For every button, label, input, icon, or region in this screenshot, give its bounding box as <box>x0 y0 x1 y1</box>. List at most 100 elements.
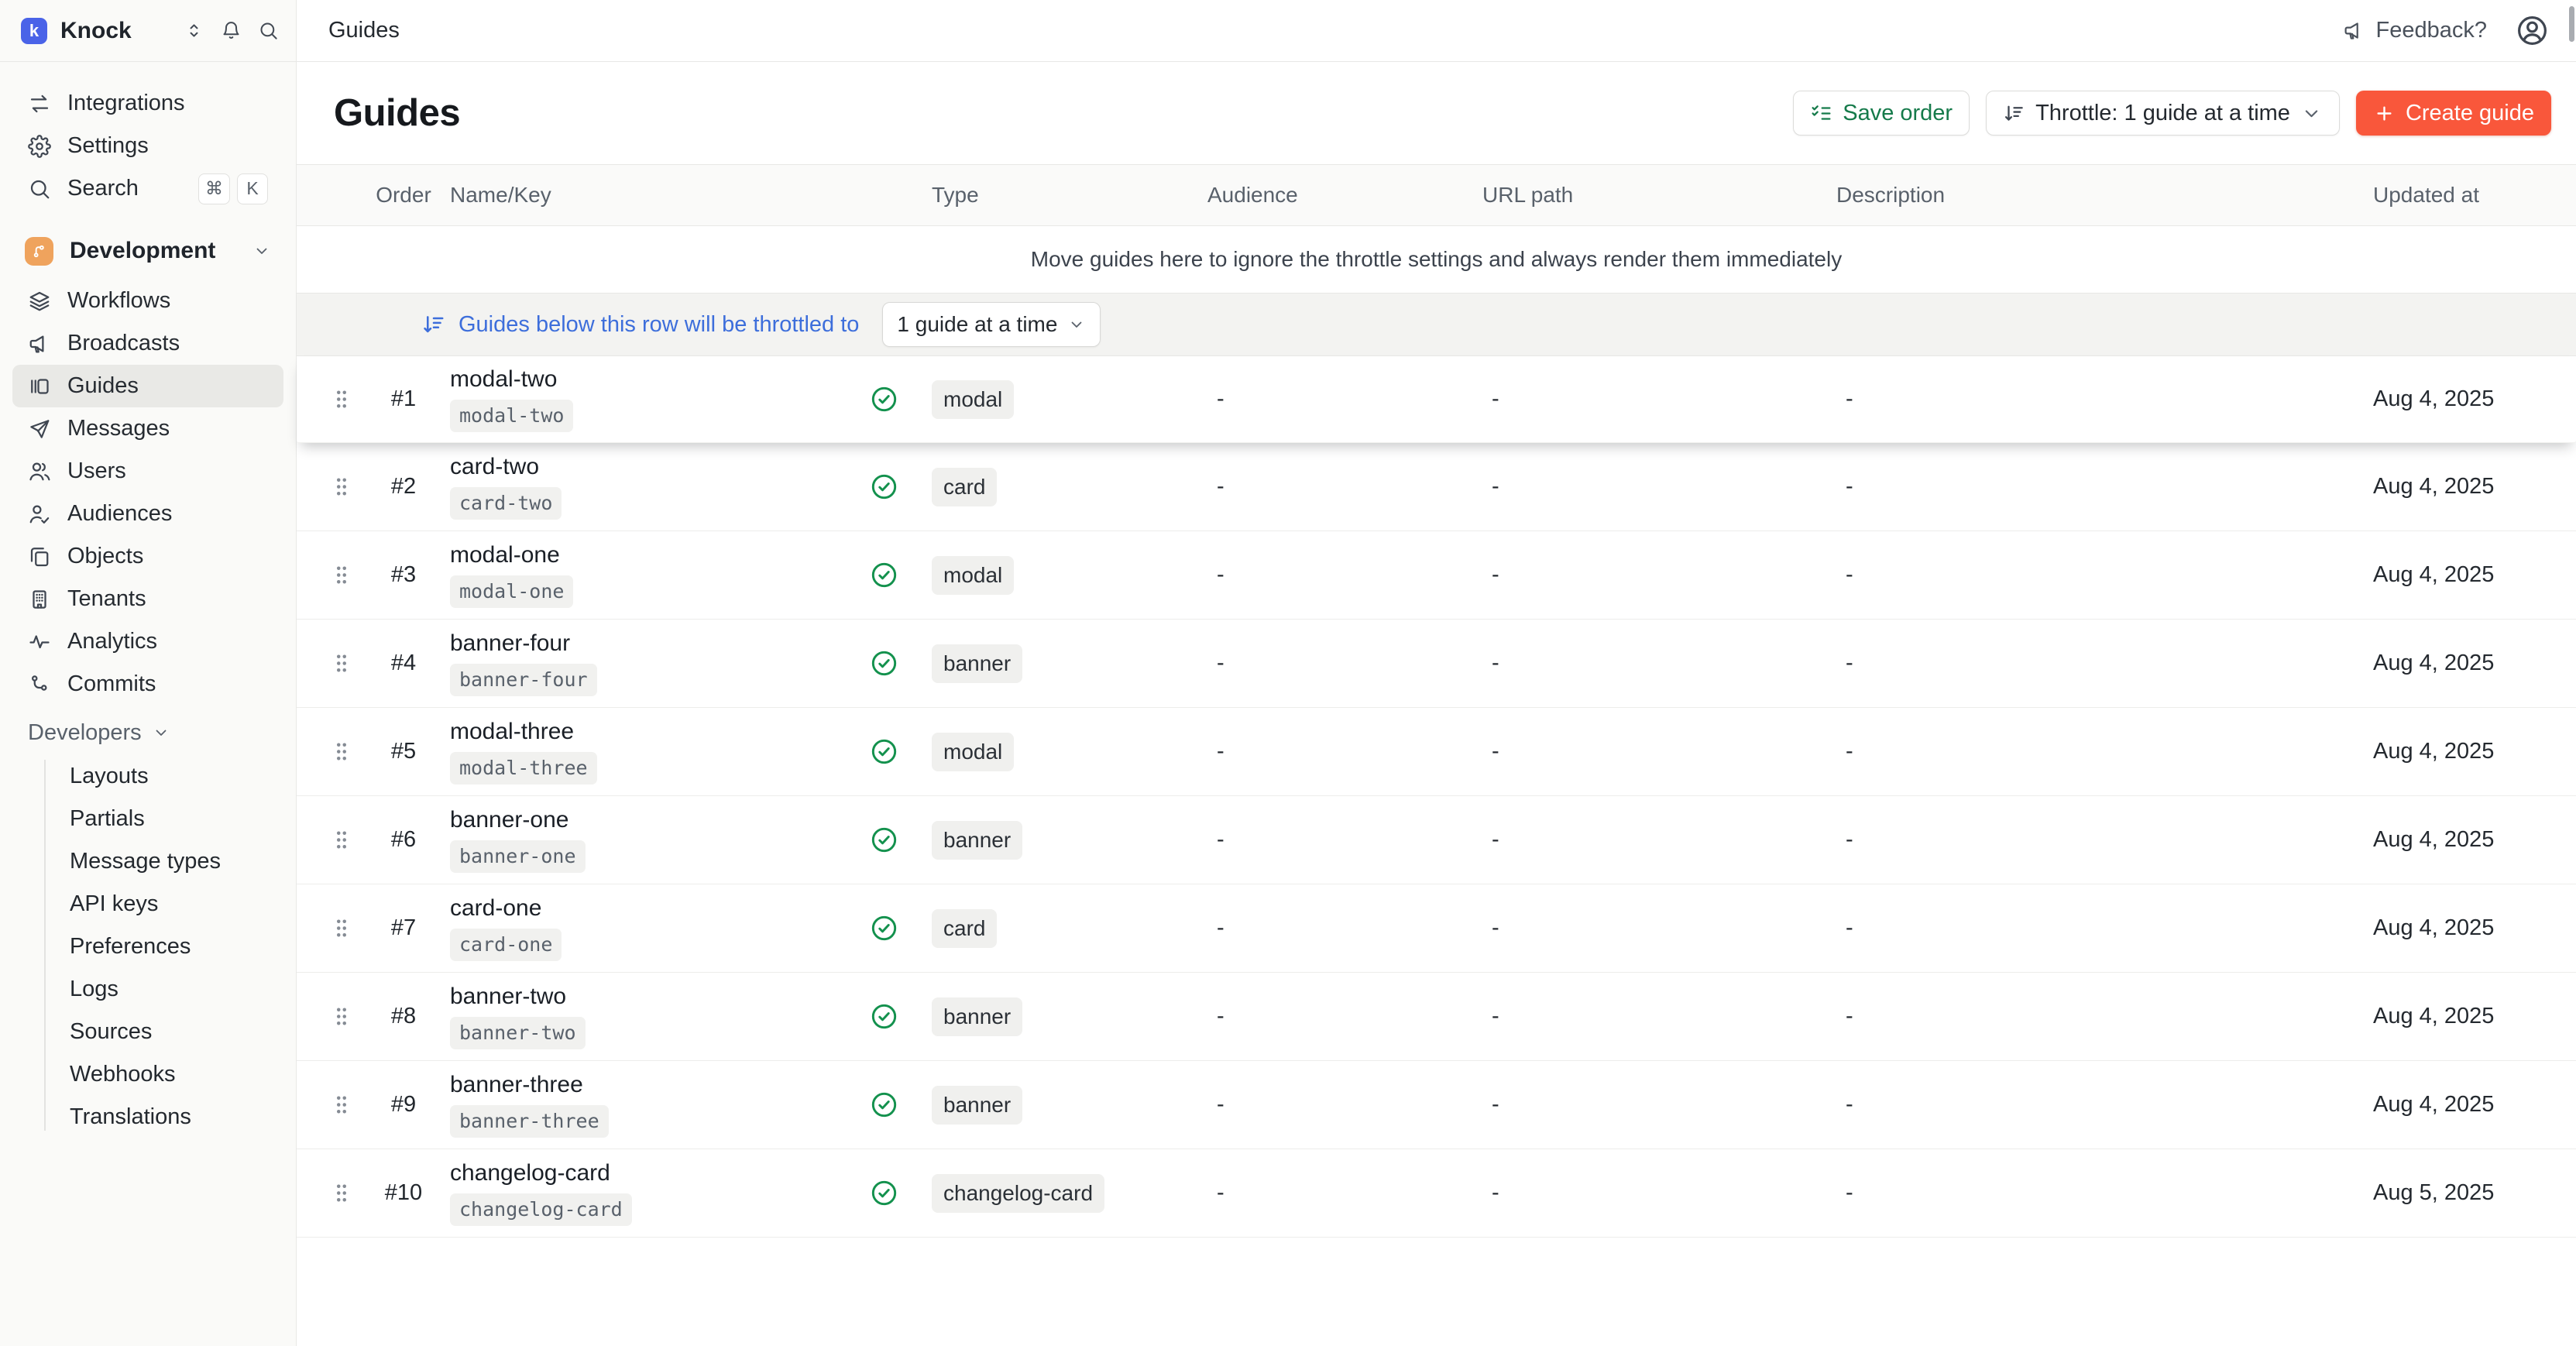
sidebar-item-commits[interactable]: Commits <box>12 663 283 706</box>
throttle-divider-row[interactable]: Guides below this row will be throttled … <box>297 293 2576 356</box>
sidebar-item-guides[interactable]: Guides <box>12 365 283 407</box>
sidebar-item-analytics[interactable]: Analytics <box>12 620 283 663</box>
drag-handle-icon[interactable] <box>326 475 357 499</box>
create-guide-button[interactable]: Create guide <box>2356 91 2551 136</box>
drag-handle-icon[interactable] <box>326 651 357 675</box>
sidebar-subitem-partials[interactable]: Partials <box>12 798 283 840</box>
guide-type-cell: modal <box>910 380 1207 419</box>
guide-key-badge: banner-two <box>450 1017 586 1049</box>
drag-handle-icon[interactable] <box>326 1004 357 1028</box>
notifications-bell-icon[interactable] <box>221 20 242 41</box>
drag-handle-icon[interactable] <box>326 916 357 940</box>
drag-handle-icon[interactable] <box>326 828 357 852</box>
sidebar-item-tenants[interactable]: Tenants <box>12 578 283 620</box>
guide-name: card-two <box>450 454 539 480</box>
sidebar-subitem-message-types[interactable]: Message types <box>12 840 283 883</box>
guide-key-badge: card-two <box>450 487 562 519</box>
status-check-icon <box>870 1090 910 1119</box>
sidebar-subitem-layouts[interactable]: Layouts <box>12 755 283 798</box>
column-name-key: Name/Key <box>450 183 870 208</box>
guide-type-badge: modal <box>932 556 1014 595</box>
guide-type-badge: banner <box>932 1086 1022 1125</box>
guide-updated-at: Aug 4, 2025 <box>2365 827 2576 853</box>
chevron-down-icon <box>252 242 271 260</box>
guide-key-badge: changelog-card <box>450 1193 632 1225</box>
guide-row-changelog-card[interactable]: #10 changelog-card changelog-card change… <box>297 1149 2576 1238</box>
sidebar-item-settings[interactable]: Settings <box>12 125 283 167</box>
sidebar-item-search[interactable]: Search ⌘ K <box>12 167 283 210</box>
developers-section-toggle[interactable]: Developers <box>12 713 283 752</box>
sidebar-item-integrations[interactable]: Integrations <box>12 82 283 125</box>
guide-row-card-one[interactable]: #7 card-one card-one card - - - Aug 4, 2… <box>297 884 2576 973</box>
drag-handle-icon[interactable] <box>326 563 357 587</box>
sidebar-subitem-translations[interactable]: Translations <box>12 1096 283 1138</box>
workspace-switcher-icon[interactable] <box>184 20 204 41</box>
guide-name-cell: card-two card-two <box>450 454 870 519</box>
guide-key-badge: card-one <box>450 929 562 960</box>
guide-url-path: - <box>1482 739 1836 764</box>
guide-row-banner-two[interactable]: #8 banner-two banner-two banner - - - Au… <box>297 973 2576 1061</box>
guide-order: #4 <box>357 651 450 676</box>
guide-row-banner-four[interactable]: #4 banner-four banner-four banner - - - … <box>297 620 2576 708</box>
drag-handle-icon[interactable] <box>326 1093 357 1117</box>
users-icon <box>28 460 51 483</box>
status-check-icon <box>870 914 910 943</box>
guide-description: - <box>1836 1004 2365 1029</box>
sidebar-item-label: Guides <box>67 373 139 399</box>
building-icon <box>28 588 51 611</box>
guide-description: - <box>1836 386 2365 412</box>
save-order-button[interactable]: Save order <box>1793 91 1970 136</box>
megaphone-icon <box>2343 19 2365 42</box>
sort-descending-icon <box>2003 102 2025 125</box>
key-cmd: ⌘ <box>198 173 230 204</box>
guide-description: - <box>1836 915 2365 941</box>
sidebar-subitem-sources[interactable]: Sources <box>12 1011 283 1053</box>
main-content: Guides Feedback? Guides Save order Throt… <box>297 0 2576 1346</box>
throttle-amount-dropdown[interactable]: 1 guide at a time <box>882 302 1101 347</box>
guide-name: modal-two <box>450 366 557 393</box>
sidebar-subitem-logs[interactable]: Logs <box>12 968 283 1011</box>
drag-handle-icon[interactable] <box>326 387 357 411</box>
guides-panel-icon <box>28 375 51 398</box>
sidebar-item-messages[interactable]: Messages <box>12 407 283 450</box>
sidebar-subitem-preferences[interactable]: Preferences <box>12 925 283 968</box>
throttle-settings-button[interactable]: Throttle: 1 guide at a time <box>1986 91 2340 136</box>
environment-switcher[interactable]: Development <box>12 228 283 273</box>
feedback-button[interactable]: Feedback? <box>2343 18 2488 43</box>
guide-description: - <box>1836 1092 2365 1118</box>
guide-name: modal-three <box>450 719 574 745</box>
drag-handle-icon[interactable] <box>326 740 357 764</box>
guide-type-badge: card <box>932 909 997 948</box>
guide-row-modal-two[interactable]: #1 modal-two modal-two modal - - - Aug 4… <box>297 356 2576 443</box>
guide-type-cell: modal <box>910 556 1207 595</box>
status-check-icon <box>870 1002 910 1031</box>
sidebar-item-label: Integrations <box>67 91 185 116</box>
sidebar-item-audiences[interactable]: Audiences <box>12 493 283 535</box>
guide-type-cell: banner <box>910 644 1207 683</box>
table-header: Order Name/Key Type Audience URL path De… <box>297 164 2576 226</box>
guide-row-modal-three[interactable]: #5 modal-three modal-three modal - - - A… <box>297 708 2576 796</box>
guide-url-path: - <box>1482 562 1836 588</box>
guide-updated-at: Aug 4, 2025 <box>2365 915 2576 941</box>
sidebar-item-broadcasts[interactable]: Broadcasts <box>12 322 283 365</box>
sidebar-subitem-webhooks[interactable]: Webhooks <box>12 1053 283 1096</box>
guide-type-cell: banner <box>910 997 1207 1036</box>
guide-row-modal-one[interactable]: #3 modal-one modal-one modal - - - Aug 4… <box>297 531 2576 620</box>
guide-row-banner-one[interactable]: #6 banner-one banner-one banner - - - Au… <box>297 796 2576 884</box>
guide-url-path: - <box>1482 827 1836 853</box>
guide-row-banner-three[interactable]: #9 banner-three banner-three banner - - … <box>297 1061 2576 1149</box>
guide-row-card-two[interactable]: #2 card-two card-two card - - - Aug 4, 2… <box>297 443 2576 531</box>
sidebar-item-users[interactable]: Users <box>12 450 283 493</box>
sidebar-subitem-api-keys[interactable]: API keys <box>12 883 283 925</box>
account-avatar-icon[interactable] <box>2515 13 2550 48</box>
guide-updated-at: Aug 4, 2025 <box>2365 1092 2576 1118</box>
guide-key-badge: banner-one <box>450 840 586 872</box>
drag-handle-icon[interactable] <box>326 1181 357 1205</box>
guide-type-badge: modal <box>932 733 1014 771</box>
search-icon[interactable] <box>258 20 279 41</box>
sidebar-item-label: Broadcasts <box>67 331 180 356</box>
sidebar-item-objects[interactable]: Objects <box>12 535 283 578</box>
sidebar-item-workflows[interactable]: Workflows <box>12 280 283 322</box>
scrollbar-thumb[interactable] <box>2569 6 2574 42</box>
guide-description: - <box>1836 827 2365 853</box>
